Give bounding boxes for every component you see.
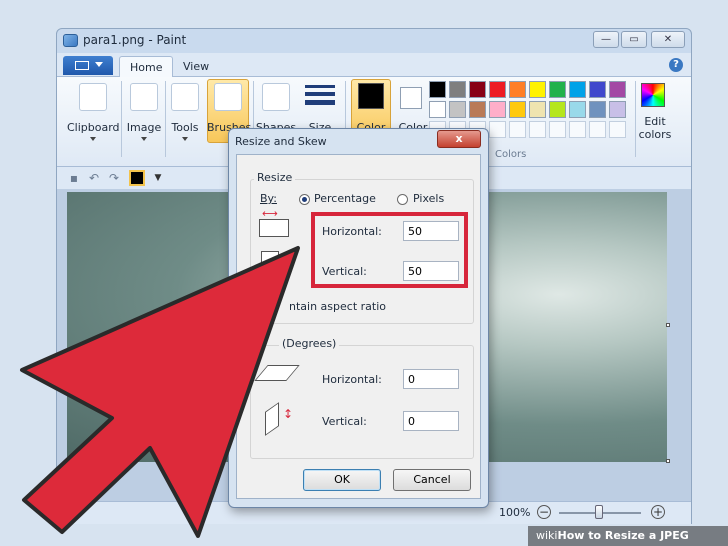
wikihow-watermark: wikiHow to Resize a JPEG: [528, 526, 728, 546]
watermark-text: How to Resize a JPEG: [557, 529, 689, 542]
watermark-brand: wiki: [536, 529, 558, 542]
pointer-arrow-icon: [20, 246, 300, 538]
